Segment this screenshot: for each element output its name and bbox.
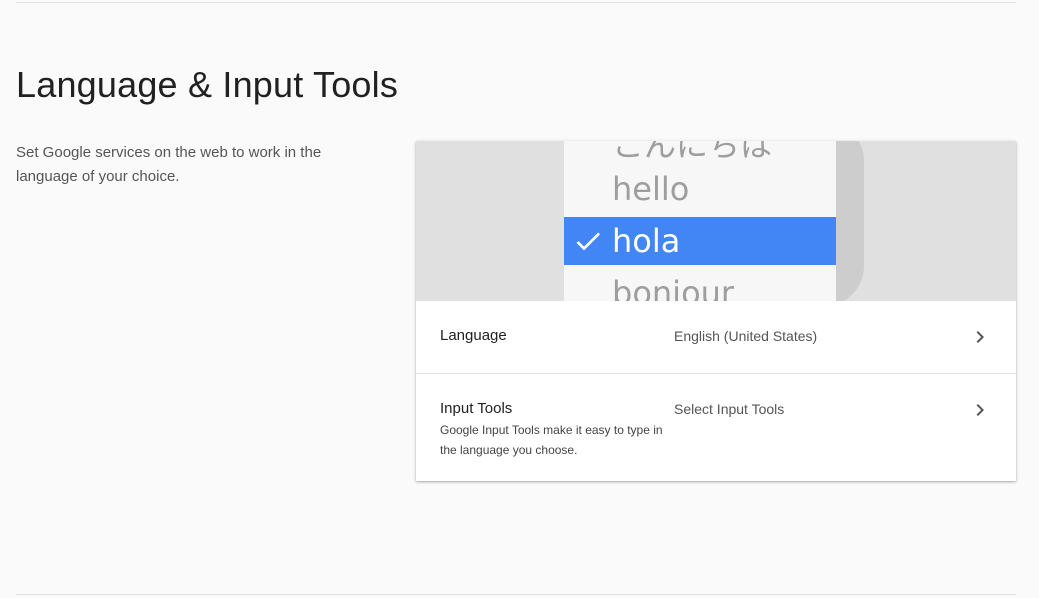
language-row[interactable]: Language English (United States) — [416, 301, 1016, 374]
input-tools-description: Google Input Tools make it easy to type … — [440, 423, 663, 457]
illustration-item-selected: hola — [564, 217, 836, 265]
section-description: Set Google services on the web to work i… — [16, 144, 322, 185]
language-settings-card: こんにちは hello hola bonjour Language Englis… — [416, 141, 1016, 481]
section-title: Language & Input Tools — [16, 64, 399, 105]
check-icon — [576, 232, 600, 251]
chevron-right-icon[interactable] — [968, 398, 992, 422]
chevron-right-icon[interactable] — [968, 325, 992, 349]
language-illustration: こんにちは hello hola bonjour — [416, 141, 1016, 301]
input-tools-value: Select Input Tools — [674, 401, 785, 417]
input-tools-label: Input Tools — [440, 400, 513, 417]
bottom-divider — [16, 594, 1016, 595]
input-tools-row[interactable]: Input Tools Google Input Tools make it e… — [416, 374, 1016, 481]
top-divider — [16, 2, 1016, 3]
language-value: English (United States) — [674, 328, 818, 344]
illustration-language-list: こんにちは hello hola bonjour — [564, 141, 836, 301]
language-label: Language — [440, 327, 507, 344]
